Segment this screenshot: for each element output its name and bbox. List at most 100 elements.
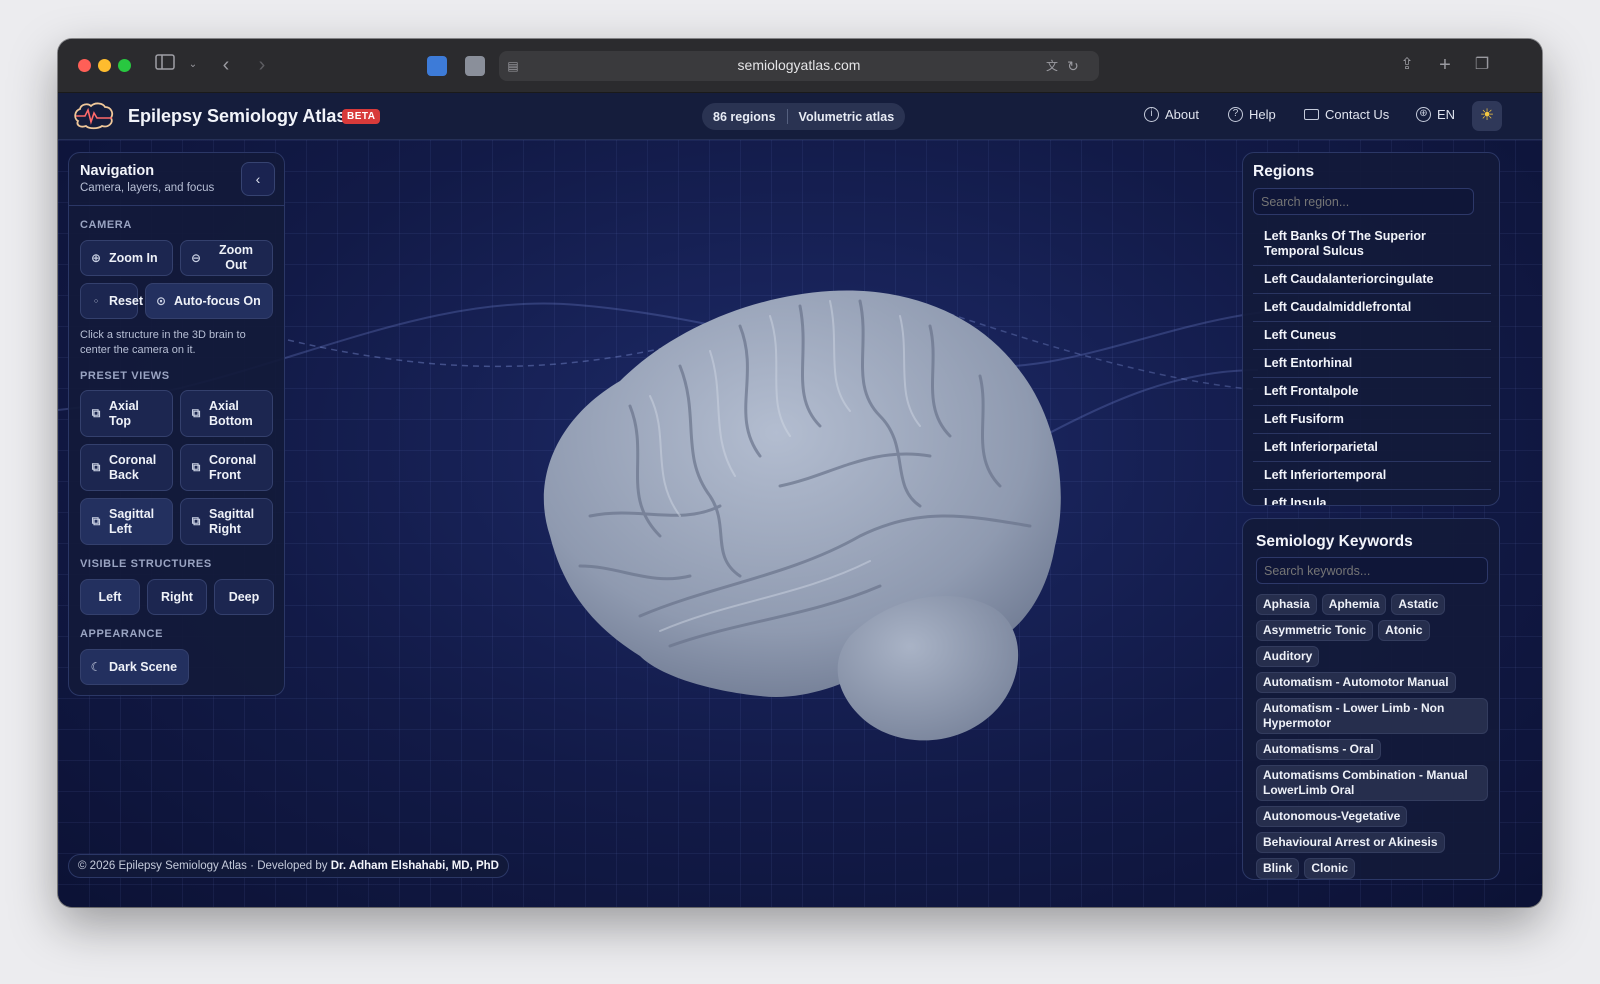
zoom-in-button[interactable]: ⊕ Zoom In xyxy=(80,240,173,276)
dark-scene-label: Dark Scene xyxy=(109,660,178,674)
language-selector[interactable]: ⊕ EN xyxy=(1416,107,1455,122)
autofocus-label: Auto-focus On xyxy=(174,294,261,308)
browser-window: ⌄ ‹ › ▤ semiologyatlas.com 文 ↻ ⇪ + ❐ Epi… xyxy=(58,39,1542,907)
keyword-chip[interactable]: Automatism - Lower Limb - Non Hypermotor xyxy=(1256,698,1488,734)
keyword-chip[interactable]: Astatic xyxy=(1391,594,1446,615)
reload-icon[interactable]: ↻ xyxy=(1065,55,1081,77)
dark-scene-toggle[interactable]: ☾ Dark Scene xyxy=(80,649,189,685)
theme-toggle-button[interactable]: ☀ xyxy=(1472,101,1502,131)
keyword-chip[interactable]: Clonic xyxy=(1304,858,1356,879)
reset-icon: ○ xyxy=(93,297,99,305)
keyword-chip[interactable]: Blink xyxy=(1256,858,1300,879)
author-name: Dr. Adham Elshahabi, MD, PhD xyxy=(330,860,499,872)
3d-viewer[interactable]: Navigation Camera, layers, and focus ‹ C… xyxy=(58,140,1542,907)
app-header: Epilepsy Semiology Atlas BETA 86 regions… xyxy=(58,93,1542,140)
app-title: Epilepsy Semiology Atlas xyxy=(128,106,347,126)
view-axial-top-label: Axial Top xyxy=(109,398,139,428)
maximize-window-button[interactable] xyxy=(118,59,131,72)
cube-icon: ⧉ xyxy=(191,406,201,420)
region-item[interactable]: Left Insula xyxy=(1253,490,1491,505)
keyword-chip[interactable]: Aphemia xyxy=(1321,594,1387,615)
chevron-down-icon[interactable]: ⌄ xyxy=(186,54,200,76)
panel-divider xyxy=(69,205,284,206)
sun-icon: ☀ xyxy=(1479,107,1495,124)
region-item[interactable]: Left Inferiortemporal xyxy=(1253,462,1491,490)
view-sagittal-left-button[interactable]: ⧉ Sagittal Left xyxy=(80,498,173,545)
minimize-window-button[interactable] xyxy=(98,59,111,72)
extension-icon[interactable] xyxy=(465,56,485,76)
address-bar[interactable]: ▤ semiologyatlas.com 文 ↻ xyxy=(499,51,1099,81)
globe-icon: ⊕ xyxy=(1416,107,1431,122)
view-axial-top-button[interactable]: ⧉ Axial Top xyxy=(80,390,173,437)
chevron-left-icon: ‹ xyxy=(255,171,261,187)
help-label: Help xyxy=(1249,107,1276,122)
visible-structures-label: VISIBLE STRUCTURES xyxy=(80,558,212,570)
view-coronal-front-button[interactable]: ⧉ Coronal Front xyxy=(180,444,273,491)
region-item[interactable]: Left Frontalpole xyxy=(1253,378,1491,406)
appearance-label: APPEARANCE xyxy=(80,628,164,640)
cube-icon: ⧉ xyxy=(91,514,101,528)
new-tab-icon[interactable]: + xyxy=(1436,54,1454,76)
view-sagittal-right-button[interactable]: ⧉ Sagittal Right xyxy=(180,498,273,545)
zoom-out-button[interactable]: ⊖ Zoom Out xyxy=(180,240,273,276)
atlas-mode: Volumetric atlas xyxy=(798,109,895,124)
mail-icon xyxy=(1304,109,1319,120)
navigation-subtitle: Camera, layers, and focus xyxy=(80,182,215,194)
region-search-input[interactable] xyxy=(1253,188,1474,215)
atlas-stats: 86 regions Volumetric atlas xyxy=(702,103,906,130)
keyword-chip[interactable]: Atonic xyxy=(1378,620,1430,641)
copyright-text: © 2026 Epilepsy Semiology Atlas xyxy=(78,860,247,872)
password-manager-extension-icon[interactable] xyxy=(427,56,447,76)
view-coronal-back-button[interactable]: ⧉ Coronal Back xyxy=(80,444,173,491)
share-icon[interactable]: ⇪ xyxy=(1398,54,1416,76)
browser-toolbar: ⌄ ‹ › ▤ semiologyatlas.com 文 ↻ ⇪ + ❐ xyxy=(58,39,1542,93)
zoom-in-icon: ⊕ xyxy=(90,251,102,265)
keyword-chip[interactable]: Auditory xyxy=(1256,646,1320,667)
keyword-chip[interactable]: Autonomous-Vegetative xyxy=(1256,806,1408,827)
zoom-out-icon: ⊖ xyxy=(190,251,202,265)
footer-credits: © 2026 Epilepsy Semiology Atlas · Develo… xyxy=(68,854,509,878)
structure-deep-toggle[interactable]: Deep xyxy=(214,579,274,615)
region-list: Left Banks Of The Superior Temporal Sulc… xyxy=(1253,223,1491,505)
keywords-title: Semiology Keywords xyxy=(1256,533,1413,550)
about-link[interactable]: i About xyxy=(1144,107,1199,122)
view-axial-bottom-button[interactable]: ⧉ Axial Bottom xyxy=(180,390,273,437)
region-item[interactable]: Left Caudalmiddlefrontal xyxy=(1253,294,1491,322)
regions-panel: Regions Left Banks Of The Superior Tempo… xyxy=(1242,152,1500,506)
contact-link[interactable]: Contact Us xyxy=(1304,107,1389,122)
region-item[interactable]: Left Inferiorparietal xyxy=(1253,434,1491,462)
camera-section-label: CAMERA xyxy=(80,219,132,231)
keyword-chip[interactable]: Aphasia xyxy=(1256,594,1317,615)
keyword-chip[interactable]: Automatism - Automotor Manual xyxy=(1256,672,1456,693)
sidebar-toggle-icon[interactable] xyxy=(154,54,176,76)
region-item[interactable]: Left Fusiform xyxy=(1253,406,1491,434)
translate-icon[interactable]: 文 xyxy=(1043,55,1061,77)
keyword-chip[interactable]: Behavioural Arrest or Akinesis xyxy=(1256,832,1445,853)
region-item[interactable]: Left Cuneus xyxy=(1253,322,1491,350)
structure-right-toggle[interactable]: Right xyxy=(147,579,207,615)
tab-overview-icon[interactable]: ❐ xyxy=(1472,54,1492,76)
keyword-search-input[interactable] xyxy=(1256,557,1488,584)
help-link[interactable]: ? Help xyxy=(1228,107,1276,122)
preset-views-label: PRESET VIEWS xyxy=(80,370,170,382)
region-item[interactable]: Left Caudalanteriorcingulate xyxy=(1253,266,1491,294)
zoom-out-line2: Out xyxy=(225,258,247,272)
close-window-button[interactable] xyxy=(78,59,91,72)
region-item[interactable]: Left Banks Of The Superior Temporal Sulc… xyxy=(1253,223,1491,266)
structure-left-toggle[interactable]: Left xyxy=(80,579,140,615)
keyword-chip[interactable]: Asymmetric Tonic xyxy=(1256,620,1374,641)
back-icon[interactable]: ‹ xyxy=(218,54,234,76)
collapse-panel-button[interactable]: ‹ xyxy=(241,162,275,196)
autofocus-toggle[interactable]: ⊙ Auto-focus On xyxy=(145,283,273,319)
region-item[interactable]: Left Entorhinal xyxy=(1253,350,1491,378)
cube-icon: ⧉ xyxy=(91,460,101,474)
semiology-keywords-panel: Semiology Keywords Aphasia Aphemia Astat… xyxy=(1242,518,1500,880)
keyword-chip[interactable]: Automatisms Combination - Manual LowerLi… xyxy=(1256,765,1488,801)
region-count: 86 regions xyxy=(713,109,776,124)
brain-model[interactable] xyxy=(510,286,1070,756)
forward-icon[interactable]: › xyxy=(254,54,270,76)
reset-button[interactable]: ○ Reset xyxy=(80,283,143,319)
keyword-chip[interactable]: Automatisms - Oral xyxy=(1256,739,1381,760)
reset-label: Reset xyxy=(109,294,144,308)
developed-by-text: Developed by xyxy=(257,860,328,872)
